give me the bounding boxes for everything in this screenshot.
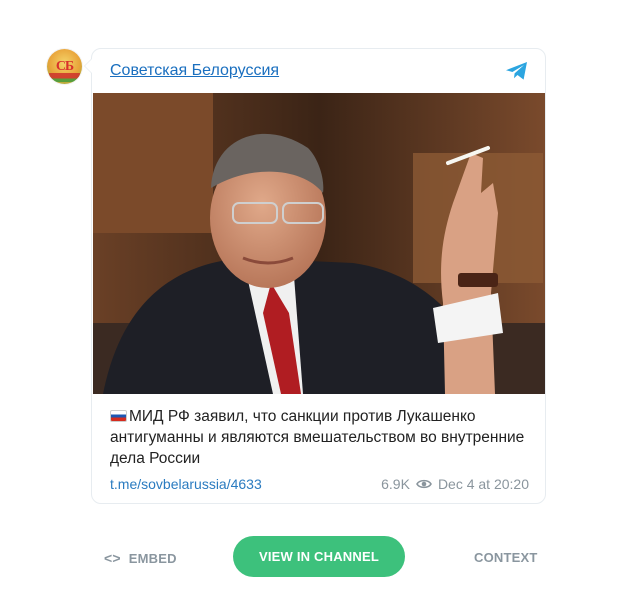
post-meta: 6.9K Dec 4 at 20:20 xyxy=(381,476,529,492)
eye-icon xyxy=(416,479,432,489)
post-text: МИД РФ заявил, что санкции против Лукаше… xyxy=(110,408,525,467)
post-text-block: МИД РФ заявил, что санкции против Лукаше… xyxy=(110,406,530,469)
code-icon: <> xyxy=(104,550,121,566)
post-date[interactable]: Dec 4 at 20:20 xyxy=(438,476,529,492)
post-link[interactable]: t.me/sovbelarussia/4633 xyxy=(110,476,262,492)
photo-illustration xyxy=(93,93,545,394)
post-photo[interactable] xyxy=(93,93,545,394)
view-in-channel-button[interactable]: VIEW IN CHANNEL xyxy=(233,536,405,577)
channel-name-link[interactable]: Советская Белоруссия xyxy=(110,62,279,80)
telegram-icon[interactable] xyxy=(505,61,529,81)
views-count: 6.9K xyxy=(381,476,410,492)
channel-avatar[interactable]: СБ xyxy=(47,49,82,84)
context-button[interactable]: CONTEXT xyxy=(474,550,538,565)
embed-label: EMBED xyxy=(128,550,177,566)
post-card: Советская Белоруссия МИД РФ заявил, что … xyxy=(84,48,546,504)
avatar-letters: СБ xyxy=(55,58,74,74)
embed-button[interactable]: <> EMBED xyxy=(104,550,177,566)
flag-russia-icon xyxy=(110,410,127,422)
